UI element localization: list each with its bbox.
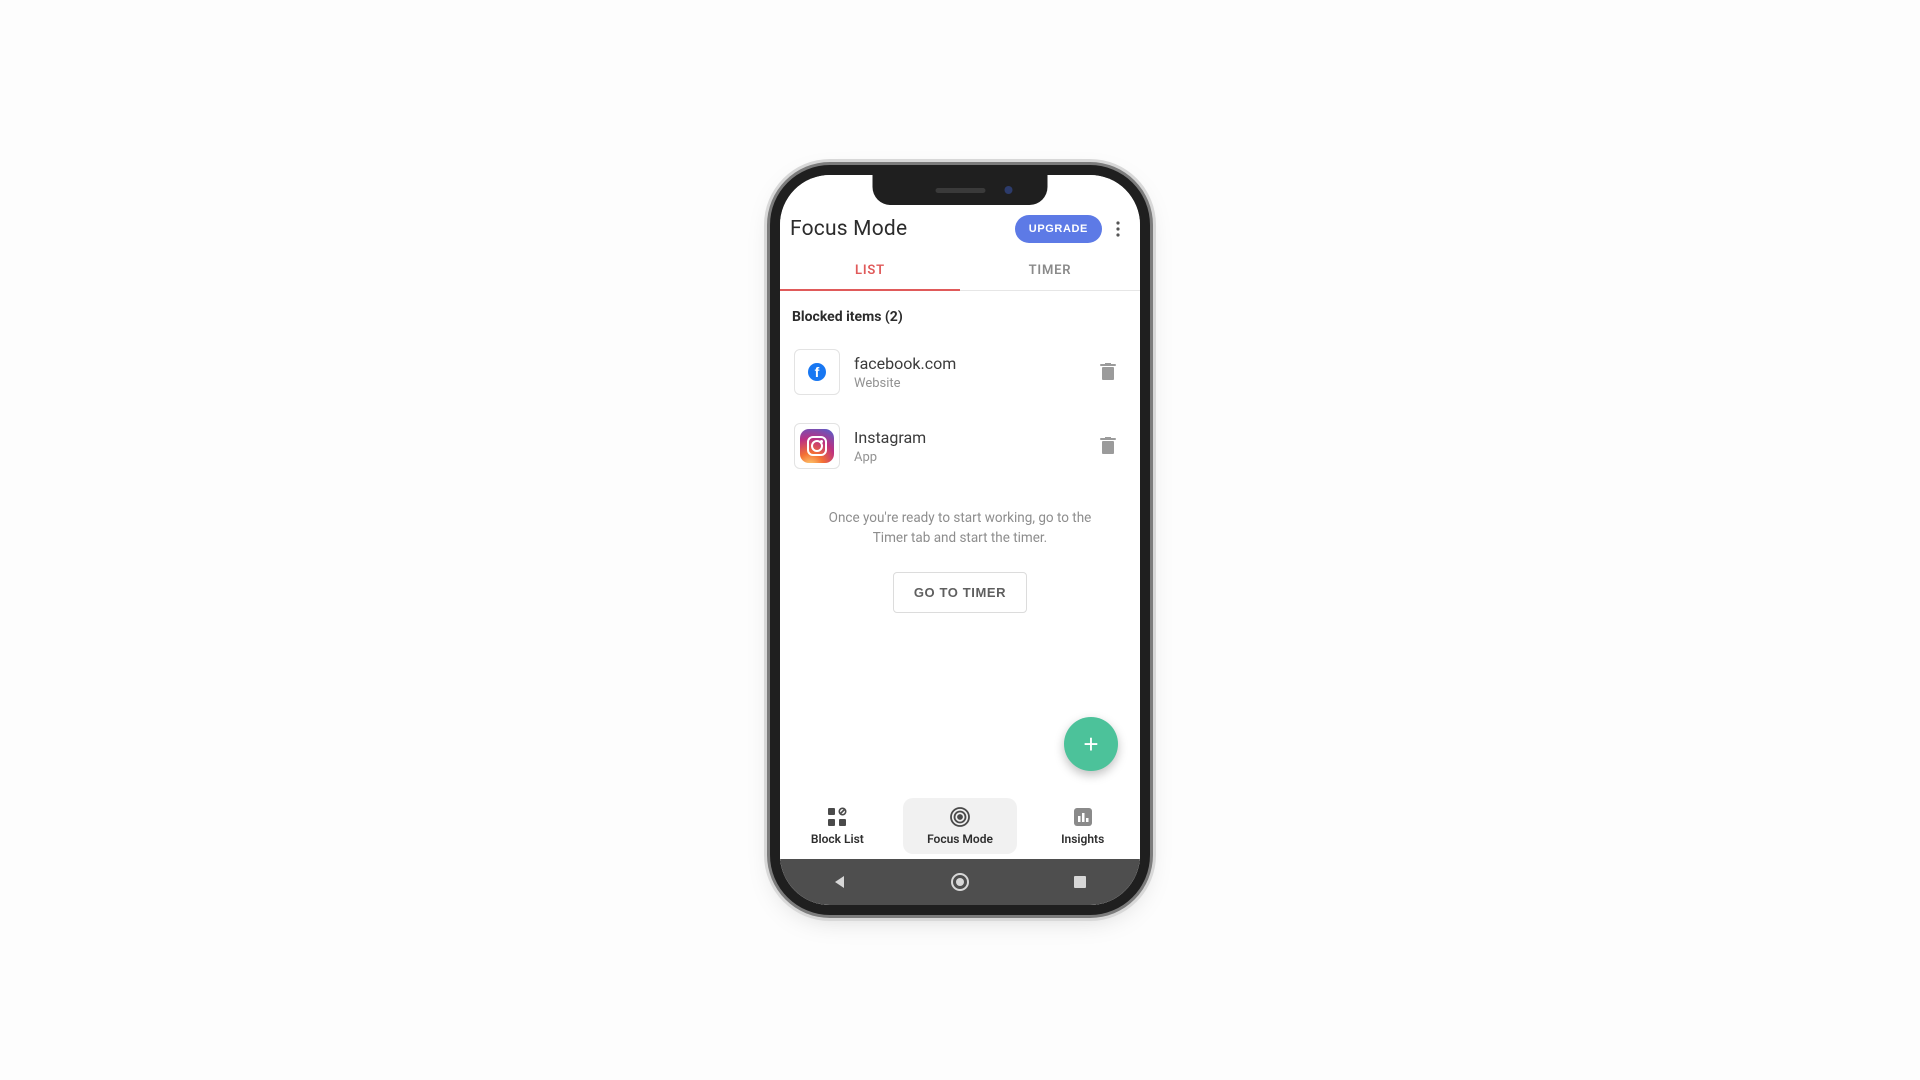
go-to-timer-button[interactable]: GO TO TIMER bbox=[893, 572, 1027, 613]
phone-camera bbox=[1005, 186, 1013, 194]
android-recents-button[interactable] bbox=[1060, 862, 1100, 902]
hint-text: Once you're ready to start working, go t… bbox=[790, 483, 1130, 562]
upgrade-button[interactable]: UPGRADE bbox=[1015, 215, 1102, 243]
android-home-button[interactable] bbox=[940, 862, 980, 902]
item-icon-box: f bbox=[794, 349, 840, 395]
facebook-icon: f bbox=[808, 363, 826, 381]
phone-speaker bbox=[935, 188, 985, 193]
item-subtitle: App bbox=[854, 450, 1076, 465]
delete-button[interactable] bbox=[1090, 354, 1126, 390]
app-screen: Focus Mode UPGRADE LIST TIMER Blocked it… bbox=[780, 175, 1140, 905]
instagram-icon bbox=[800, 429, 834, 463]
delete-button[interactable] bbox=[1090, 428, 1126, 464]
list-item[interactable]: Instagram App bbox=[790, 409, 1130, 483]
nav-label: Block List bbox=[811, 832, 864, 846]
android-system-bar bbox=[780, 859, 1140, 905]
item-title: facebook.com bbox=[854, 354, 1076, 373]
android-back-button[interactable] bbox=[820, 862, 860, 902]
nav-label: Insights bbox=[1061, 832, 1104, 846]
target-icon bbox=[949, 806, 971, 828]
add-fab[interactable]: + bbox=[1064, 717, 1118, 771]
trash-icon bbox=[1100, 363, 1116, 381]
tab-list[interactable]: LIST bbox=[780, 249, 960, 290]
more-menu-button[interactable] bbox=[1102, 213, 1134, 245]
circle-home-icon bbox=[950, 872, 970, 892]
item-icon-box bbox=[794, 423, 840, 469]
tab-timer[interactable]: TIMER bbox=[960, 249, 1140, 290]
content-area: Blocked items (2) f facebook.com Website bbox=[780, 291, 1140, 793]
nav-label: Focus Mode bbox=[927, 832, 993, 846]
page-title: Focus Mode bbox=[790, 217, 1015, 241]
insights-icon bbox=[1072, 806, 1094, 828]
square-recents-icon bbox=[1073, 875, 1087, 889]
nav-focus-mode[interactable]: Focus Mode bbox=[903, 798, 1018, 854]
trash-icon bbox=[1100, 437, 1116, 455]
phone-notch bbox=[873, 175, 1048, 205]
item-title: Instagram bbox=[854, 428, 1076, 447]
item-subtitle: Website bbox=[854, 376, 1076, 391]
bottom-nav: Block List Focus Mode Insights bbox=[780, 793, 1140, 859]
item-text: Instagram App bbox=[854, 428, 1076, 465]
item-text: facebook.com Website bbox=[854, 354, 1076, 391]
tab-bar: LIST TIMER bbox=[780, 249, 1140, 291]
nav-insights[interactable]: Insights bbox=[1025, 798, 1140, 854]
block-list-icon bbox=[826, 806, 848, 828]
triangle-back-icon bbox=[832, 874, 848, 890]
nav-block-list[interactable]: Block List bbox=[780, 798, 895, 854]
plus-icon: + bbox=[1083, 729, 1098, 760]
list-item[interactable]: f facebook.com Website bbox=[790, 335, 1130, 409]
phone-frame: Focus Mode UPGRADE LIST TIMER Blocked it… bbox=[780, 175, 1140, 905]
more-vert-icon bbox=[1116, 221, 1120, 237]
blocked-items-heading: Blocked items (2) bbox=[790, 291, 1130, 335]
